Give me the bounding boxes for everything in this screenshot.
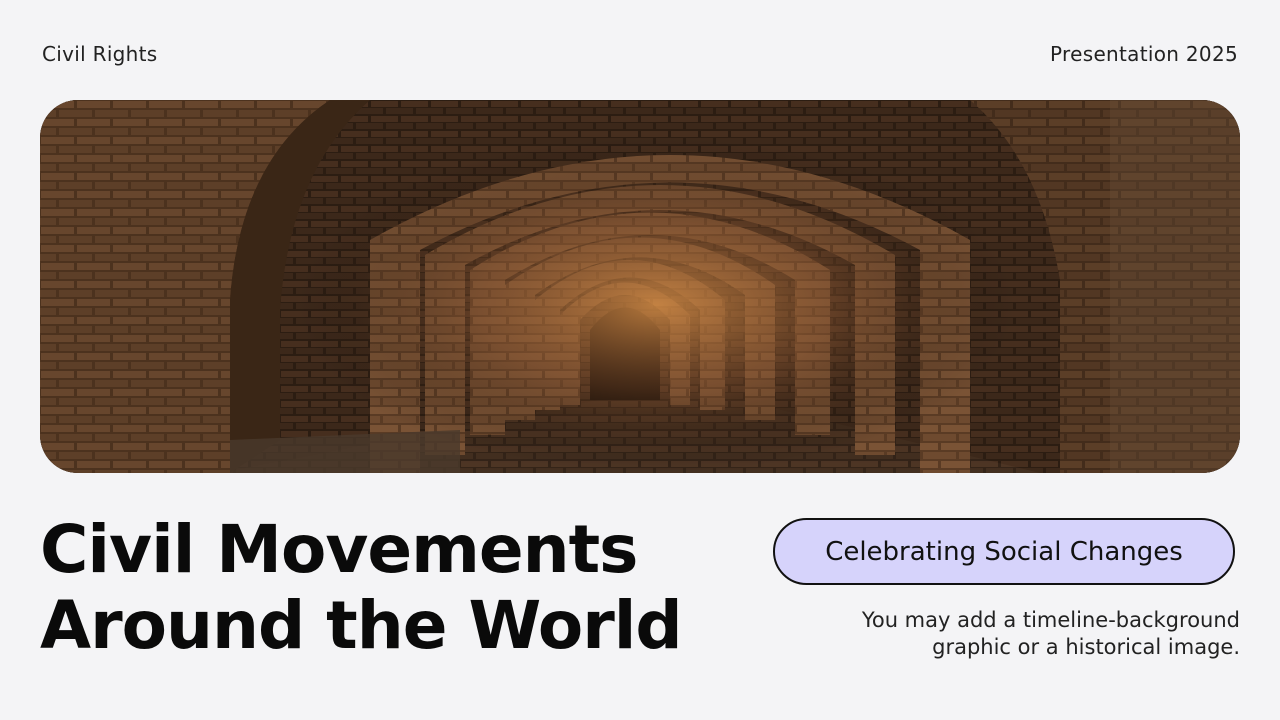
note-line-2: graphic or a historical image. <box>932 635 1240 659</box>
hero-image <box>40 100 1240 473</box>
note-line-1: You may add a timeline-background <box>861 608 1240 632</box>
header-left-label: Civil Rights <box>42 42 158 66</box>
placeholder-note: You may add a timeline-background graphi… <box>800 607 1240 661</box>
slide-title: Civil Movements Around the World <box>40 512 760 664</box>
title-line-2: Around the World <box>40 587 683 664</box>
brick-arches-illustration <box>40 100 1240 473</box>
tagline-pill: Celebrating Social Changes <box>773 518 1235 585</box>
title-line-1: Civil Movements <box>40 511 638 588</box>
header-right-label: Presentation 2025 <box>1050 42 1238 66</box>
slide: Civil Rights Presentation 2025 Civil Mov… <box>0 0 1280 720</box>
